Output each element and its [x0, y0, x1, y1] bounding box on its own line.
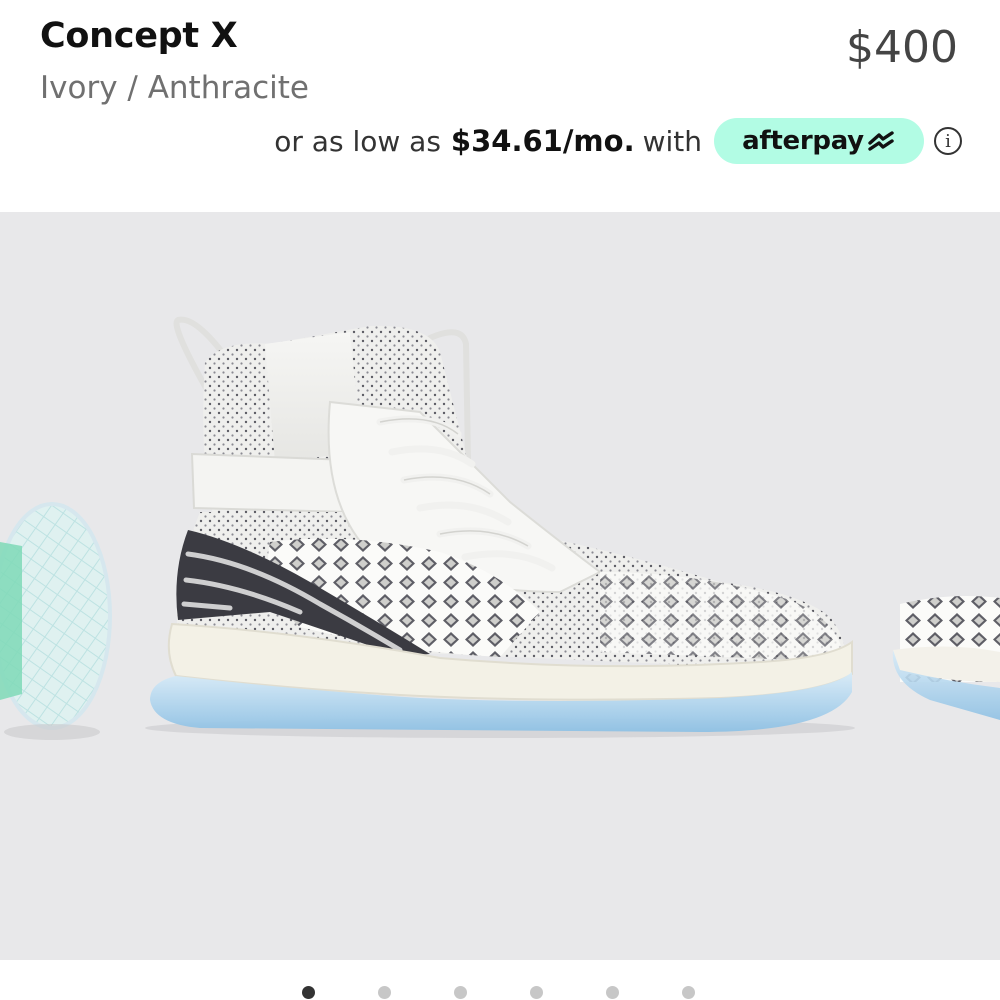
- installment-prefix: or as low as: [274, 124, 441, 158]
- installment-suffix: with: [642, 124, 702, 158]
- installment-amount: $34.61/mo.: [450, 124, 635, 158]
- carousel-dot-3[interactable]: [454, 986, 467, 999]
- right-partial-shoe: [892, 596, 1000, 720]
- afterpay-badge[interactable]: afterpay: [714, 118, 924, 164]
- carousel-dot-5[interactable]: [606, 986, 619, 999]
- carousel-dot-2[interactable]: [378, 986, 391, 999]
- carousel-dot-1[interactable]: [302, 986, 315, 999]
- product-image-carousel[interactable]: [0, 212, 1000, 960]
- product-title: Concept X: [40, 16, 238, 56]
- carousel-dot-6[interactable]: [682, 986, 695, 999]
- carousel-dot-4[interactable]: [530, 986, 543, 999]
- installment-offer: or as low as $34.61/mo. with afterpay i: [274, 116, 962, 166]
- afterpay-logo-text: afterpay: [742, 126, 864, 156]
- product-price: $400: [846, 22, 958, 73]
- product-colorway: Ivory / Anthracite: [40, 70, 309, 106]
- main-shoe: [150, 316, 853, 732]
- info-icon[interactable]: i: [934, 127, 962, 155]
- product-gallery-image: [0, 316, 1000, 740]
- afterpay-arrows-icon: [868, 131, 894, 151]
- carousel-pagination: [0, 960, 1000, 1000]
- left-partial-shoe: [0, 502, 112, 740]
- product-header: Concept X Ivory / Anthracite $400 or as …: [0, 0, 1000, 212]
